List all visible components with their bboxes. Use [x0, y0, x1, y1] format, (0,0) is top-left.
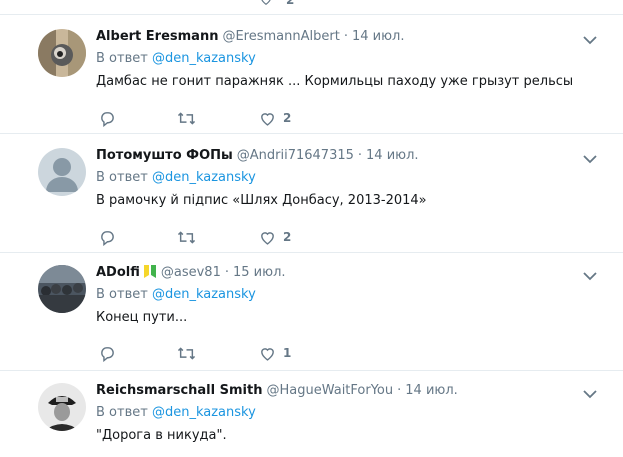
- retweet-button[interactable]: [177, 227, 196, 247]
- avatar[interactable]: [38, 265, 86, 313]
- reply-button[interactable]: [99, 108, 116, 128]
- reply-context: В ответ @den_kazansky: [96, 50, 623, 68]
- tweet[interactable]: ADolfi @asev81 · 15 июл. В ответ @den_kazan…: [0, 253, 623, 371]
- reply-context: В ответ @den_kazansky: [96, 286, 623, 304]
- retweet-button[interactable]: [177, 108, 196, 128]
- tweet-text: Конец пути...: [96, 310, 188, 325]
- tweet[interactable]: Потомушто ФОПы @Andrii71647315 · 14 июл. В …: [0, 134, 623, 253]
- separator-dot: ·: [343, 29, 348, 44]
- previous-tweet-stub: 2: [0, 0, 623, 15]
- chevron-down-icon[interactable]: [583, 154, 597, 164]
- tweet-text: В рамочку й підпис «Шлях Донбасу, 2013-2…: [96, 193, 427, 208]
- display-name[interactable]: ADolfi: [96, 265, 140, 280]
- reply-icon: [101, 230, 114, 246]
- user-handle[interactable]: @asev81: [161, 265, 221, 280]
- chevron-down-icon[interactable]: [583, 389, 597, 399]
- timestamp[interactable]: 15 июл.: [233, 265, 286, 280]
- retweet-icon: [177, 230, 196, 244]
- reply-prefix: В ответ: [96, 51, 148, 66]
- like-count: 1: [283, 346, 292, 360]
- avatar-image: [38, 265, 86, 313]
- tweet[interactable]: Albert Eresmann @EresmannAlbert · 14 июл. В…: [0, 15, 623, 134]
- user-handle[interactable]: @HagueWaitForYou: [266, 383, 393, 398]
- heart-icon[interactable]: [259, 0, 273, 6]
- timestamp[interactable]: 14 июл.: [366, 148, 419, 163]
- avatar-image: [38, 29, 86, 77]
- reply-icon: [101, 346, 114, 362]
- like-button[interactable]: 2: [259, 227, 291, 247]
- tweet[interactable]: Reichsmarschall Smith @HagueWaitForYou · 14…: [0, 371, 623, 457]
- separator-dot: ·: [397, 383, 402, 398]
- like-button[interactable]: 2: [259, 108, 291, 128]
- retweet-button[interactable]: [177, 343, 196, 363]
- avatar[interactable]: [38, 29, 86, 77]
- reply-icon: [101, 111, 114, 127]
- reply-button[interactable]: [99, 343, 116, 363]
- reply-mention-link[interactable]: @den_kazansky: [152, 170, 256, 185]
- heart-icon: [261, 347, 274, 361]
- like-count: 2: [283, 111, 292, 125]
- reply-button[interactable]: [99, 227, 116, 247]
- reply-context: В ответ @den_kazansky: [96, 169, 623, 187]
- reply-context: В ответ @den_kazansky: [96, 404, 623, 422]
- chevron-down-icon[interactable]: [583, 35, 597, 45]
- retweet-icon: [177, 346, 196, 360]
- separator-dot: ·: [357, 148, 363, 163]
- display-name[interactable]: Потомушто ФОПы: [96, 148, 233, 163]
- user-handle[interactable]: @EresmannAlbert: [222, 29, 339, 44]
- retweet-icon: [177, 111, 196, 125]
- display-name[interactable]: Reichsmarschall Smith: [96, 383, 262, 398]
- tweet-text: "Дорога в никуда".: [96, 428, 227, 443]
- heart-icon: [261, 231, 274, 245]
- timestamp[interactable]: 14 июл.: [352, 29, 405, 44]
- reply-prefix: В ответ: [96, 405, 148, 420]
- reply-prefix: В ответ: [96, 170, 148, 185]
- like-count: 2: [283, 230, 292, 244]
- reply-mention-link[interactable]: @den_kazansky: [152, 287, 256, 302]
- avatar[interactable]: [38, 383, 86, 431]
- avatar[interactable]: [38, 148, 86, 196]
- like-count: 2: [286, 0, 295, 7]
- separator-dot: ·: [224, 265, 229, 280]
- reply-mention-link[interactable]: @den_kazansky: [152, 51, 256, 66]
- avatar-image: [38, 383, 86, 431]
- display-name[interactable]: Albert Eresmann: [96, 29, 218, 44]
- timestamp[interactable]: 14 июл.: [405, 383, 458, 398]
- green-yellow-badge-icon: [143, 265, 156, 278]
- chevron-down-icon[interactable]: [583, 271, 597, 281]
- reply-prefix: В ответ: [96, 287, 148, 302]
- heart-icon: [261, 112, 274, 126]
- tweet-text: Дамбас не гонит паражняк ... Кормильцы п…: [96, 74, 574, 89]
- reply-mention-link[interactable]: @den_kazansky: [152, 405, 256, 420]
- user-handle[interactable]: @Andrii71647315: [237, 148, 354, 163]
- default-avatar-image: [38, 148, 86, 196]
- like-button[interactable]: 1: [259, 343, 291, 363]
